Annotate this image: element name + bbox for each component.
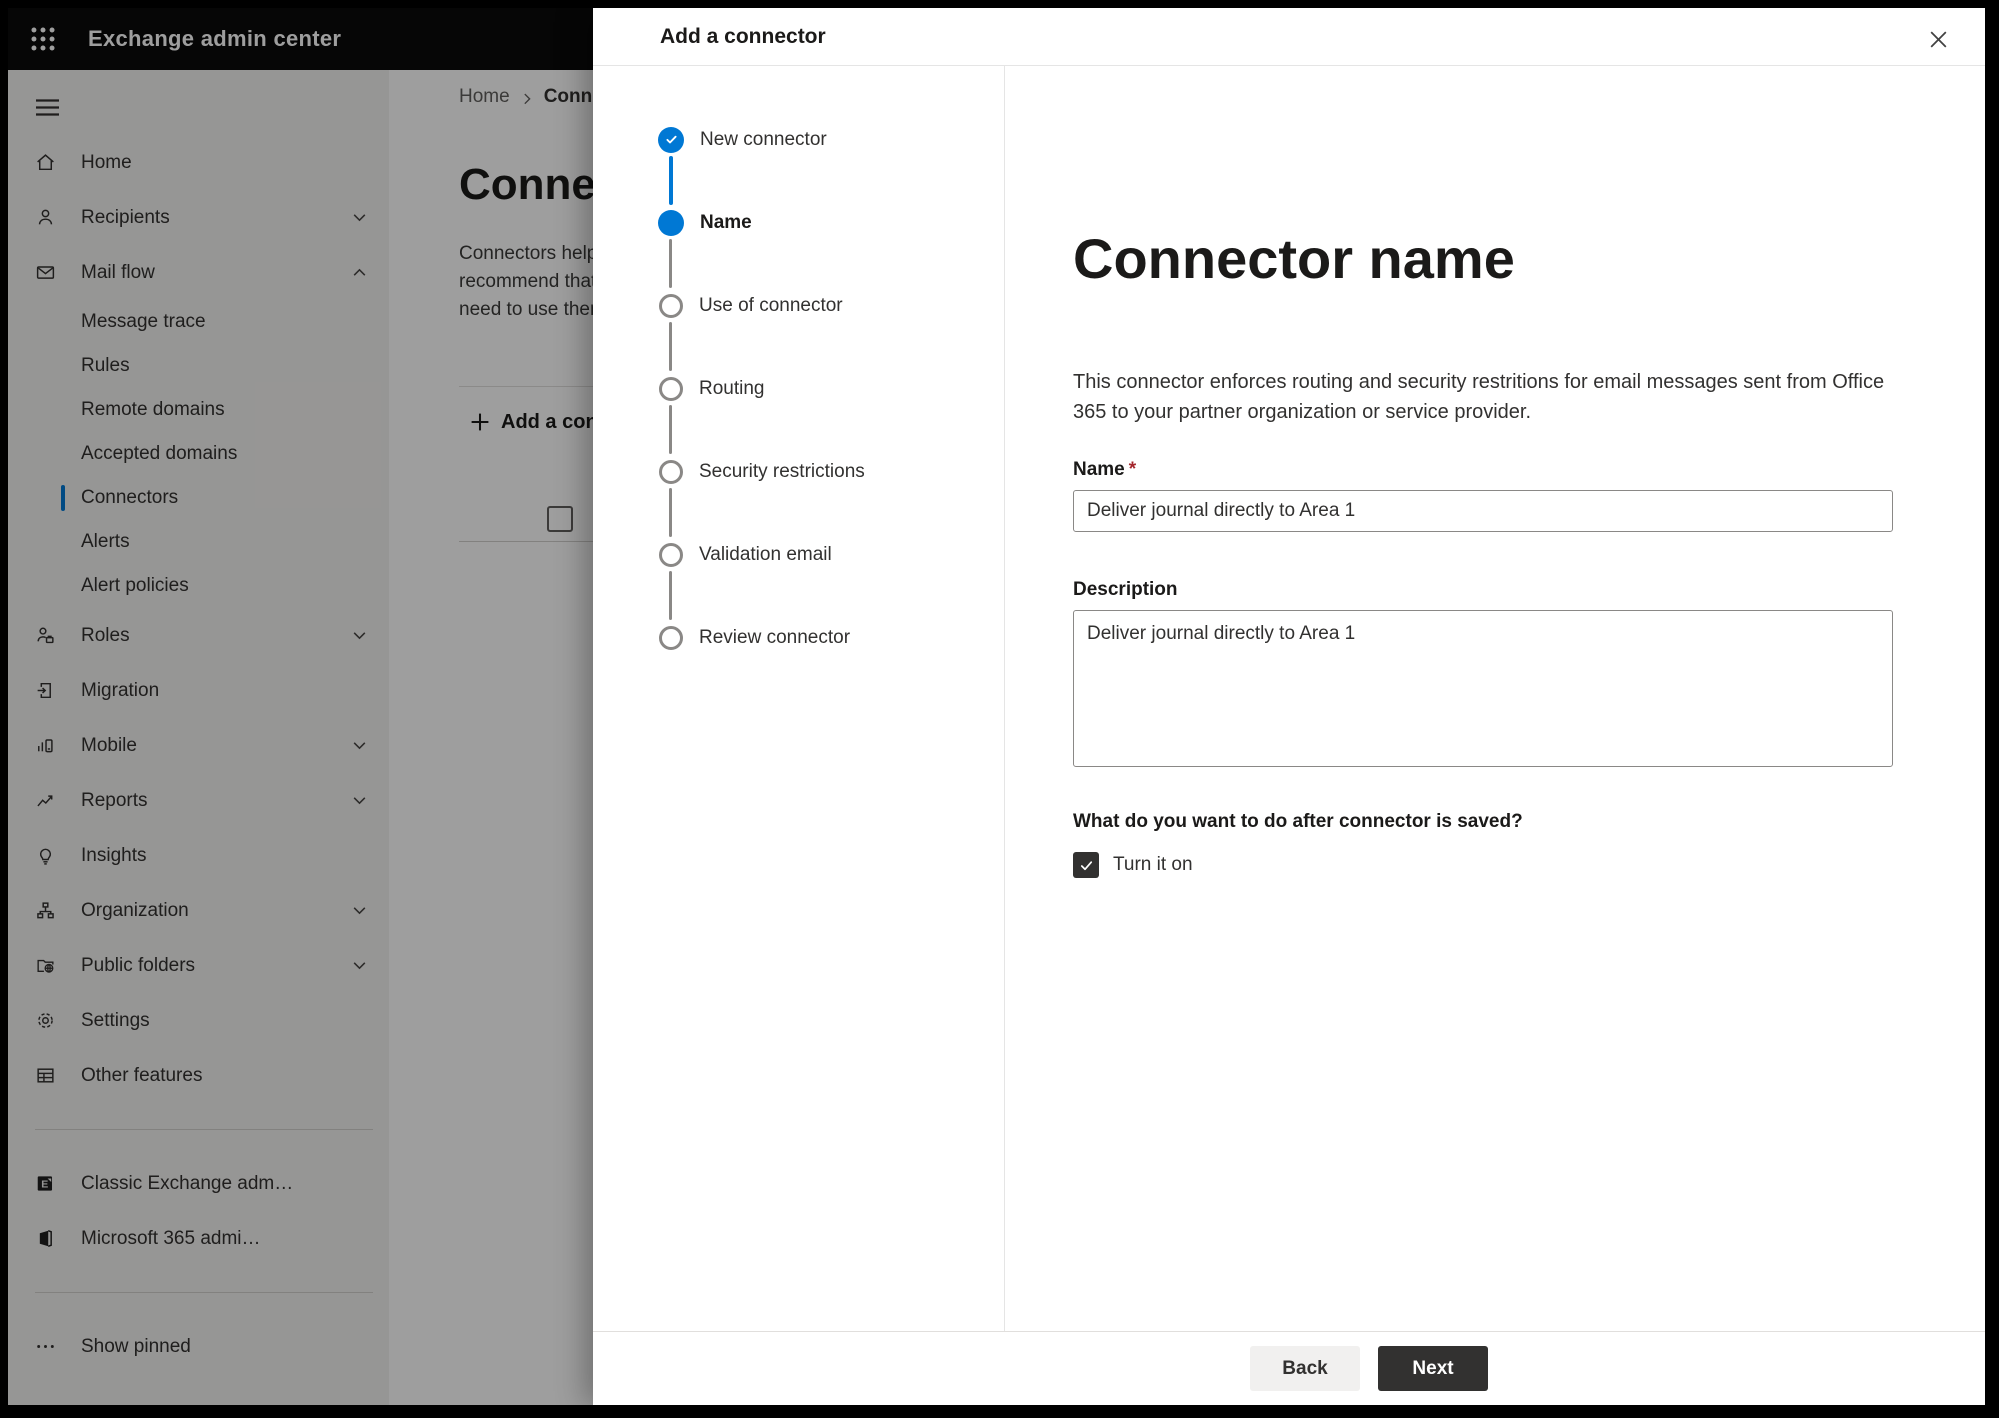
step-name[interactable]: Name: [658, 181, 1004, 288]
step-current-icon: [658, 209, 684, 236]
app-window: Exchange admin center Home Recipients Ma…: [8, 8, 1985, 1405]
step-upcoming-icon: [659, 542, 683, 567]
step-security-restrictions[interactable]: Security restrictions: [658, 430, 1004, 537]
name-field-label: Name *: [1073, 459, 1137, 480]
step-upcoming-icon: [659, 459, 683, 484]
dialog-footer: Back Next: [593, 1331, 1985, 1405]
step-upcoming-icon: [659, 293, 683, 318]
step-upcoming-icon: [659, 376, 683, 401]
step-completed-icon: [658, 126, 684, 153]
wizard-page-description: This connector enforces routing and secu…: [1073, 371, 1885, 423]
dialog-header: Add a connector: [593, 8, 1985, 66]
close-button[interactable]: [1921, 22, 1955, 56]
wizard-page-heading: Connector name: [1073, 227, 1515, 290]
turn-it-on-checkbox[interactable]: [1073, 852, 1099, 878]
name-input[interactable]: [1073, 490, 1893, 532]
screenshot-frame: Exchange admin center Home Recipients Ma…: [0, 0, 1999, 1418]
step-new-connector[interactable]: New connector: [658, 98, 1004, 205]
required-asterisk: *: [1128, 459, 1137, 480]
turn-it-on-checkbox-row[interactable]: Turn it on: [1073, 852, 1893, 878]
description-input[interactable]: Deliver journal directly to Area 1: [1073, 610, 1893, 767]
after-save-question: What do you want to do after connector i…: [1073, 811, 1523, 832]
step-routing[interactable]: Routing: [658, 347, 1004, 454]
wizard-page-name: Connector name This connector enforces r…: [1005, 66, 1985, 1331]
back-button[interactable]: Back: [1250, 1346, 1360, 1391]
turn-it-on-label: Turn it on: [1113, 854, 1193, 875]
step-review-connector[interactable]: Review connector: [658, 596, 1004, 679]
close-icon: [1927, 28, 1950, 51]
step-validation-email[interactable]: Validation email: [658, 513, 1004, 620]
next-button[interactable]: Next: [1378, 1346, 1488, 1391]
step-use-of-connector[interactable]: Use of connector: [658, 264, 1004, 371]
add-connector-dialog: Add a connector New connector Name Use o…: [593, 8, 1985, 1405]
checkmark-icon: [1078, 857, 1095, 874]
description-field-label: Description: [1073, 579, 1178, 600]
wizard-stepper: New connector Name Use of connector Rout…: [593, 66, 1005, 1331]
step-upcoming-icon: [659, 625, 683, 650]
dialog-title: Add a connector: [660, 24, 826, 48]
